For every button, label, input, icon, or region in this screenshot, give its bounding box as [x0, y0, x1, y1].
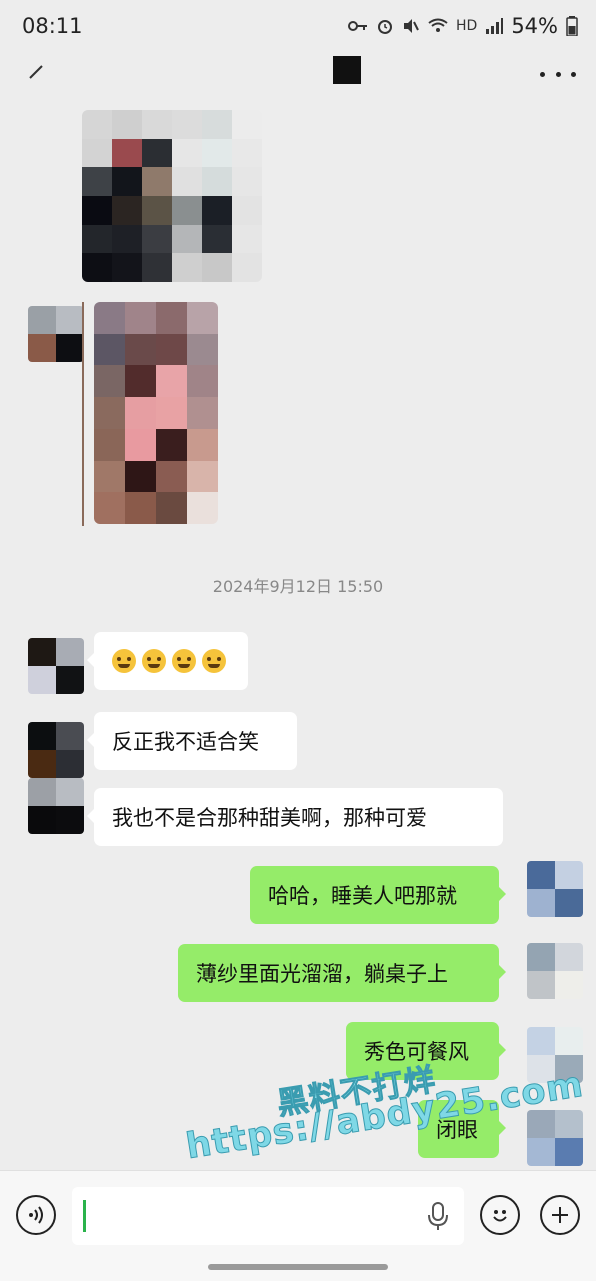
chat-header [0, 54, 596, 106]
more-options-button[interactable] [540, 70, 576, 80]
pixelated-image[interactable] [82, 110, 262, 282]
more-dot-icon [540, 72, 545, 77]
contact-avatar[interactable] [28, 722, 84, 778]
own-avatar[interactable] [527, 861, 583, 917]
watermark-line-2: https://abdy25.com [183, 1064, 587, 1168]
signal-icon [486, 18, 504, 34]
image-edge-line [82, 302, 84, 526]
own-avatar[interactable] [527, 1027, 583, 1083]
message-bubble-own[interactable]: 哈哈，睡美人吧那就 [250, 866, 506, 924]
wifi-icon [428, 18, 448, 32]
holding-back-tears-emoji-icon [172, 649, 196, 673]
smiley-icon [493, 1210, 507, 1222]
own-avatar[interactable] [527, 943, 583, 999]
network-label: HD [456, 18, 478, 34]
microphone-icon[interactable] [426, 1201, 450, 1231]
status-icons: HD 54% [348, 14, 578, 38]
status-bar: 08:11 HD 54% [0, 0, 596, 54]
plus-icon [552, 1207, 568, 1223]
chat-title-redacted [333, 56, 361, 84]
home-indicator[interactable] [208, 1264, 388, 1270]
contact-avatar[interactable] [28, 778, 84, 834]
contact-avatar[interactable] [28, 306, 84, 362]
contact-avatar[interactable] [28, 638, 84, 694]
voice-wave-icon [29, 1206, 43, 1224]
loudly-crying-emoji-icon [142, 649, 166, 673]
message-bubble[interactable]: 反正我不适合笑 [87, 712, 297, 770]
battery-icon [566, 16, 578, 36]
key-icon [348, 21, 367, 31]
message-bubble-own[interactable]: 秀色可餐风 [346, 1022, 506, 1080]
text-caret [83, 1200, 86, 1232]
own-avatar[interactable] [527, 1110, 583, 1166]
battery-percent: 54% [511, 14, 558, 38]
more-dot-icon [555, 72, 561, 77]
more-actions-button[interactable] [540, 1195, 580, 1235]
status-time: 08:11 [22, 14, 83, 38]
pixelated-image[interactable] [94, 302, 218, 524]
voice-toggle-button[interactable] [16, 1195, 56, 1235]
chat-timestamp: 2024年9月12日 15:50 [212, 577, 384, 596]
loudly-crying-emoji-icon [112, 649, 136, 673]
message-bubble-own[interactable]: 闭眼 [418, 1100, 506, 1158]
message-input[interactable] [72, 1187, 464, 1245]
back-icon[interactable] [22, 60, 52, 90]
message-bubble[interactable]: 我也不是合那种甜美啊，那种可爱 [87, 788, 503, 846]
more-dot-icon [571, 72, 576, 77]
mute-icon [404, 19, 419, 33]
alarm-icon [378, 20, 392, 34]
message-bubble-emoji[interactable] [87, 632, 248, 690]
holding-back-tears-emoji-icon [202, 649, 226, 673]
emoji-button[interactable] [480, 1195, 520, 1235]
message-bubble-own[interactable]: 薄纱里面光溜溜，躺桌子上 [178, 944, 506, 1002]
